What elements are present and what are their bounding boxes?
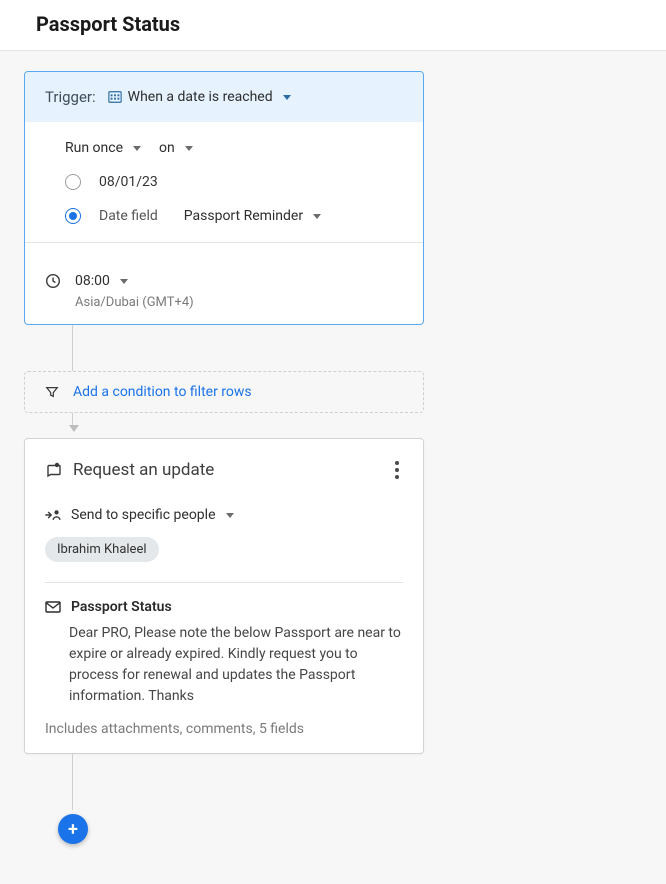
action-body: Send to specific people Ibrahim Khaleel …	[25, 487, 423, 753]
clock-icon	[45, 273, 61, 289]
trigger-label: Trigger:	[45, 88, 96, 106]
timezone-label: Asia/Dubai (GMT+4)	[25, 295, 423, 324]
trigger-body: Run once on 08/01/23 Date field Passport…	[25, 122, 423, 259]
run-schedule-row: Run once on	[45, 140, 403, 156]
action-title-text: Request an update	[73, 460, 214, 480]
page-title: Passport Status	[36, 12, 630, 36]
envelope-icon	[45, 600, 61, 614]
action-card: Request an update Send to specific peopl…	[24, 438, 424, 754]
plus-icon: +	[68, 819, 78, 840]
date-field-value: Passport Reminder	[184, 208, 303, 224]
date-field-label: Date field	[99, 208, 158, 224]
send-to-selector[interactable]: Send to specific people	[71, 507, 234, 523]
action-title: Request an update	[45, 460, 214, 480]
action-header: Request an update	[25, 439, 423, 487]
send-to-row: Send to specific people	[45, 507, 403, 523]
add-condition-row[interactable]: Add a condition to filter rows	[24, 371, 424, 413]
people-arrow-icon	[45, 508, 61, 522]
time-value: 08:00	[75, 273, 110, 289]
trigger-header: Trigger: When a date is reached	[25, 72, 423, 122]
includes-summary: Includes attachments, comments, 5 fields	[45, 721, 403, 737]
page-header: Passport Status	[0, 0, 666, 51]
recipient-chip[interactable]: Ibrahim Khaleel	[45, 537, 159, 562]
run-mode-label: Run once	[65, 140, 123, 156]
divider	[25, 242, 423, 243]
radio-checked-icon[interactable]	[65, 208, 81, 224]
chevron-down-icon	[226, 513, 234, 518]
chevron-down-icon	[133, 146, 141, 151]
run-mode-selector[interactable]: Run once	[65, 140, 141, 156]
trigger-card: Trigger: When a date is reached Run once…	[24, 71, 424, 325]
connector-line	[72, 413, 73, 425]
run-on-label: on	[159, 140, 175, 156]
add-step-button[interactable]: +	[58, 814, 88, 844]
connector-line	[72, 754, 73, 810]
workflow-canvas: Trigger: When a date is reached Run once…	[0, 51, 666, 884]
add-condition-link[interactable]: Add a condition to filter rows	[73, 384, 252, 400]
run-on-selector[interactable]: on	[159, 140, 193, 156]
chevron-down-icon	[120, 279, 128, 284]
email-body: Dear PRO, Please note the below Passport…	[69, 623, 403, 707]
request-update-icon	[45, 461, 63, 479]
fixed-date-value: 08/01/23	[99, 174, 158, 190]
time-selector[interactable]: 08:00	[75, 273, 128, 289]
date-field-selector[interactable]: Passport Reminder	[184, 208, 321, 224]
fixed-date-option[interactable]: 08/01/23	[45, 174, 403, 190]
trigger-type-label: When a date is reached	[128, 89, 273, 105]
arrow-down-icon	[69, 425, 79, 432]
send-to-label: Send to specific people	[71, 507, 216, 523]
calendar-grid-icon	[108, 90, 122, 104]
email-subject-row: Passport Status	[45, 599, 403, 615]
date-field-option[interactable]: Date field Passport Reminder	[45, 208, 403, 224]
divider	[45, 582, 403, 583]
email-subject: Passport Status	[71, 599, 172, 615]
chevron-down-icon	[283, 95, 291, 100]
action-menu-button[interactable]	[391, 457, 403, 483]
radio-unchecked-icon[interactable]	[65, 174, 81, 190]
filter-icon	[45, 385, 59, 399]
time-row: 08:00	[25, 259, 423, 295]
chevron-down-icon	[185, 146, 193, 151]
connector-line	[72, 325, 73, 371]
trigger-type-selector[interactable]: When a date is reached	[108, 89, 291, 105]
chevron-down-icon	[313, 214, 321, 219]
